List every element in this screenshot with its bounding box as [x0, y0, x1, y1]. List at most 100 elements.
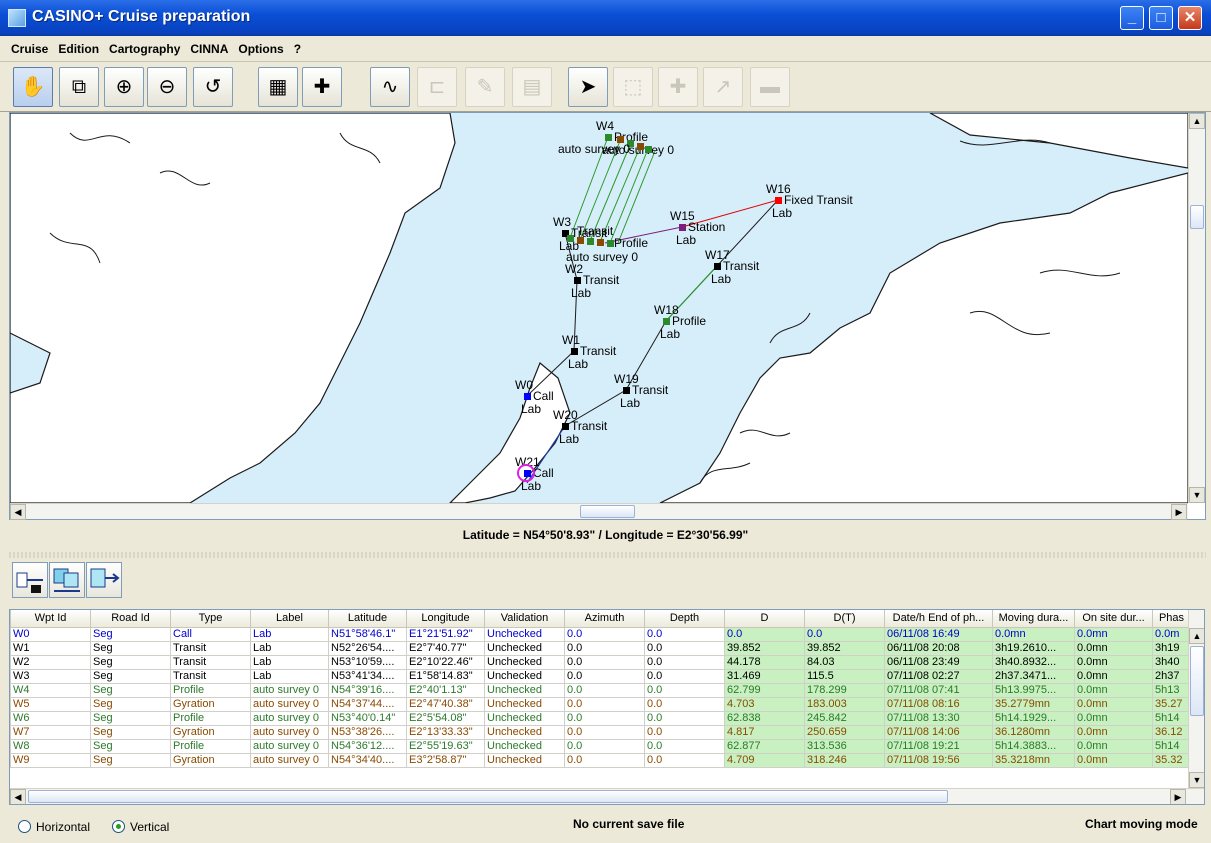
table-row[interactable]: W7 Seg Gyration auto survey 0 N53°38'26.... E…: [10, 724, 1191, 740]
table-cell[interactable]: Seg: [90, 682, 171, 698]
table-cell[interactable]: 250.659: [804, 724, 885, 740]
column-header-2[interactable]: Type: [170, 610, 251, 628]
table-cell[interactable]: 0.0: [644, 626, 725, 642]
scroll-up-icon[interactable]: ▲: [1189, 113, 1205, 129]
table-cell[interactable]: 4.703: [724, 696, 805, 712]
table-cell[interactable]: 0.0: [564, 682, 645, 698]
menu-options[interactable]: Options: [233, 36, 288, 56]
table-cell[interactable]: N51°58'46.1": [328, 626, 407, 642]
table-cell[interactable]: Lab: [250, 626, 329, 642]
table-cell[interactable]: 07/11/08 19:21: [884, 738, 993, 754]
table-cell[interactable]: 06/11/08 16:49: [884, 626, 993, 642]
table-cell[interactable]: Unchecked: [484, 738, 565, 754]
table-cell[interactable]: W9: [10, 752, 91, 768]
table-cell[interactable]: 3h19: [1152, 640, 1191, 656]
column-header-14[interactable]: Phas: [1152, 610, 1191, 628]
table-cell[interactable]: 0.0: [644, 710, 725, 726]
table-cell[interactable]: 35.27: [1152, 696, 1191, 712]
table-cell[interactable]: Seg: [90, 654, 171, 670]
table-cell[interactable]: Lab: [250, 640, 329, 656]
table-cell[interactable]: 5h13.9975...: [992, 682, 1075, 698]
table-cell[interactable]: 07/11/08 13:30: [884, 710, 993, 726]
table-cell[interactable]: 5h14: [1152, 738, 1191, 754]
table-cell[interactable]: Seg: [90, 696, 171, 712]
table-cell[interactable]: 115.5: [804, 668, 885, 684]
table-cell[interactable]: 0.0: [644, 724, 725, 740]
table-row[interactable]: W3 Seg Transit Lab N53°41'34.... E1°58'14.83"…: [10, 668, 1191, 684]
table-cell[interactable]: W7: [10, 724, 91, 740]
table-cell[interactable]: 31.469: [724, 668, 805, 684]
menu-cartography[interactable]: Cartography: [104, 36, 185, 56]
table-cell[interactable]: 0.0: [564, 626, 645, 642]
vertical-radio[interactable]: [112, 820, 125, 833]
table-cell[interactable]: Seg: [90, 724, 171, 740]
table-cell[interactable]: Seg: [90, 640, 171, 656]
table-cell[interactable]: W4: [10, 682, 91, 698]
table-cell[interactable]: 0.0: [564, 696, 645, 712]
table-cell[interactable]: 0.0: [644, 682, 725, 698]
table-cell[interactable]: W3: [10, 668, 91, 684]
table-cell[interactable]: N53°38'26....: [328, 724, 407, 740]
table-cell[interactable]: Unchecked: [484, 668, 565, 684]
table-cell[interactable]: 0.0: [564, 668, 645, 684]
vertical-scroll-thumb[interactable]: [1190, 205, 1204, 229]
column-header-5[interactable]: Longitude: [406, 610, 485, 628]
table-cell[interactable]: 36.1280mn: [992, 724, 1075, 740]
table-row[interactable]: W2 Seg Transit Lab N53°10'59.... E2°10'22.46"…: [10, 654, 1191, 670]
table-cell[interactable]: Unchecked: [484, 696, 565, 712]
table-cell[interactable]: 0.0: [644, 738, 725, 754]
table-cell[interactable]: E2°7'40.77": [406, 640, 485, 656]
horizontal-radio[interactable]: [18, 820, 31, 833]
table-cell[interactable]: auto survey 0: [250, 724, 329, 740]
table-cell[interactable]: E2°55'19.63": [406, 738, 485, 754]
table-cell[interactable]: 0.0: [564, 724, 645, 740]
table-cell[interactable]: Transit: [170, 654, 251, 670]
table-cell[interactable]: Profile: [170, 710, 251, 726]
column-header-4[interactable]: Latitude: [328, 610, 407, 628]
table-cell[interactable]: 178.299: [804, 682, 885, 698]
table-cell[interactable]: auto survey 0: [250, 696, 329, 712]
column-header-0[interactable]: Wpt Id: [10, 610, 91, 628]
table-cell[interactable]: N53°41'34....: [328, 668, 407, 684]
table-cell[interactable]: W0: [10, 626, 91, 642]
table-scroll-up-icon[interactable]: ▲: [1189, 628, 1204, 644]
table-cell[interactable]: E3°2'58.87": [406, 752, 485, 768]
table-cell[interactable]: auto survey 0: [250, 710, 329, 726]
table-cell[interactable]: 0.0mn: [1074, 668, 1153, 684]
table-cell[interactable]: Transit: [170, 668, 251, 684]
table-cell[interactable]: 35.2779mn: [992, 696, 1075, 712]
insert-row-button[interactable]: [12, 562, 48, 598]
pan-hand-button[interactable]: ✋: [13, 67, 53, 107]
menu-cinna[interactable]: CINNA: [185, 36, 233, 56]
table-cell[interactable]: 3h19.2610...: [992, 640, 1075, 656]
table-row[interactable]: W4 Seg Profile auto survey 0 N54°39'16.... E2…: [10, 682, 1191, 698]
table-horizontal-scroll-thumb[interactable]: [28, 790, 948, 803]
horizontal-scroll-thumb[interactable]: [580, 505, 635, 518]
table-cell[interactable]: 5h14.1929...: [992, 710, 1075, 726]
table-cell[interactable]: Seg: [90, 668, 171, 684]
table-cell[interactable]: auto survey 0: [250, 738, 329, 754]
table-cell[interactable]: Lab: [250, 668, 329, 684]
table-cell[interactable]: 5h14: [1152, 710, 1191, 726]
map-vertical-scrollbar[interactable]: ▲ ▼: [1188, 113, 1205, 503]
column-header-8[interactable]: Depth: [644, 610, 725, 628]
table-cell[interactable]: 3h40.8932...: [992, 654, 1075, 670]
column-header-10[interactable]: D(T): [804, 610, 885, 628]
table-cell[interactable]: 62.799: [724, 682, 805, 698]
table-cell[interactable]: 318.246: [804, 752, 885, 768]
table-cell[interactable]: 62.838: [724, 710, 805, 726]
route-button[interactable]: ∿: [370, 67, 410, 107]
table-cell[interactable]: Lab: [250, 654, 329, 670]
table-cell[interactable]: W1: [10, 640, 91, 656]
table-cell[interactable]: N52°26'54....: [328, 640, 407, 656]
table-cell[interactable]: 0.0mn: [992, 626, 1075, 642]
table-cell[interactable]: Unchecked: [484, 724, 565, 740]
table-cell[interactable]: Unchecked: [484, 654, 565, 670]
column-header-13[interactable]: On site dur...: [1074, 610, 1153, 628]
table-row[interactable]: W0 Seg Call Lab N51°58'46.1" E1°21'51.92" Unch…: [10, 626, 1191, 642]
table-row[interactable]: W9 Seg Gyration auto survey 0 N54°34'40.... E…: [10, 752, 1191, 768]
table-cell[interactable]: 0.0mn: [1074, 654, 1153, 670]
table-cell[interactable]: 0.0: [644, 668, 725, 684]
table-cell[interactable]: Profile: [170, 682, 251, 698]
table-cell[interactable]: 0.0: [644, 696, 725, 712]
